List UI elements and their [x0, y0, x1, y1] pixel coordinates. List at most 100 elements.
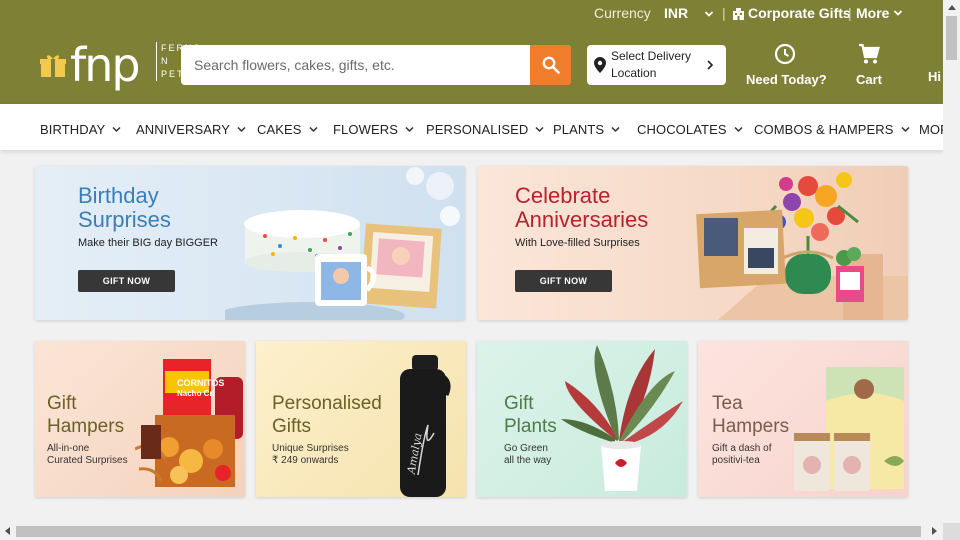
chevron-down-icon	[901, 126, 910, 133]
banner-title-line-2: Anniversaries	[515, 207, 649, 232]
plant-illustration	[561, 345, 683, 491]
nav-label: FLOWERS	[333, 122, 398, 137]
delivery-location-selector[interactable]: Select Delivery Location	[587, 45, 726, 85]
chevron-down-icon	[611, 126, 620, 133]
chevron-down-icon	[894, 10, 903, 16]
tile-subtitle-line-2: all the way	[504, 455, 552, 466]
gift-hampers-tile[interactable]: CORNITOS Nacho Crisps Gift Hampers All-i…	[35, 341, 245, 497]
hamper-illustration	[135, 359, 243, 487]
separator: |	[722, 5, 726, 21]
banner-title-line-2: Surprises	[78, 207, 171, 232]
delivery-location-label: Select Delivery Location	[611, 49, 692, 80]
tile-title-line-1: Gift	[504, 393, 534, 414]
nav-label: CAKES	[257, 122, 302, 137]
bottle-illustration	[400, 355, 451, 497]
nav-item-combos-hampers[interactable]: COMBOS & HAMPERS	[754, 122, 910, 137]
tile-title: Gift Hampers	[47, 392, 124, 438]
scroll-left-arrow-icon[interactable]	[5, 527, 10, 535]
tile-title-line-2: Hampers	[712, 416, 790, 437]
tile-title-line-1: Personalised	[272, 393, 382, 414]
banner-subtitle: With Love-filled Surprises	[515, 237, 640, 249]
vertical-scrollbar[interactable]	[943, 0, 960, 540]
corporate-gifts-label: Corporate Gifts	[748, 5, 851, 21]
scroll-up-arrow-icon[interactable]	[948, 5, 956, 10]
gift-plants-tile[interactable]: Gift Plants Go Green all the way	[477, 341, 687, 497]
nav-item-chocolates[interactable]: CHOCOLATES	[637, 122, 743, 137]
currency-selector[interactable]: INR	[664, 5, 688, 21]
search-icon	[542, 56, 560, 74]
tile-subtitle: Unique Surprises ₹ 249 onwards	[272, 443, 392, 467]
hamper-flavor-label: Nacho Crisps	[177, 389, 214, 398]
nav-item-anniversary[interactable]: ANNIVERSARY	[136, 122, 246, 137]
chevron-right-icon	[707, 60, 714, 70]
fnp-logo[interactable]: fnp FERNS N PETALS	[40, 40, 205, 90]
nav-label: BIRTHDAY	[40, 122, 106, 137]
nav-item-flowers[interactable]: FLOWERS	[333, 122, 414, 137]
tea-hampers-tile[interactable]: Tea Hampers Gift a dash of positivi-tea	[698, 341, 908, 497]
nav-label: MORE	[919, 122, 943, 137]
gift-now-button[interactable]: GIFT NOW	[78, 270, 175, 292]
tile-title: Tea Hampers	[712, 392, 789, 438]
nav-label: CHOCOLATES	[637, 122, 727, 137]
anniversary-banner[interactable]: Celebrate Anniversaries With Love-filled…	[478, 166, 908, 320]
banner-title-line-1: Celebrate	[515, 183, 611, 208]
tile-subtitle-line-2: Curated Surprises	[47, 455, 128, 466]
tile-subtitle-line-2: positivi-tea	[712, 455, 760, 466]
search-input[interactable]	[181, 45, 530, 85]
nav-label: ANNIVERSARY	[136, 122, 231, 137]
currency-label: Currency	[594, 5, 651, 21]
top-utility-bar: Currency INR | Corporate Gifts | More	[0, 0, 943, 26]
gift-now-button[interactable]: GIFT NOW	[515, 270, 612, 292]
personalised-gifts-tile[interactable]: Amalya Personalised Gifts Unique Surpris…	[256, 341, 466, 497]
nav-item-more[interactable]: MORE	[919, 122, 943, 137]
chevron-down-icon	[237, 126, 246, 133]
separator: |	[848, 5, 852, 21]
tile-subtitle-line-1: All-in-one	[47, 443, 90, 454]
nav-label: PLANTS	[553, 122, 605, 137]
banner-subtitle: Make their BIG day BIGGER	[78, 237, 218, 249]
birthday-banner[interactable]: Birthday Surprises Make their BIG day BI…	[35, 166, 465, 320]
banner-title: Birthday Surprises	[78, 184, 171, 232]
search-bar	[181, 45, 571, 85]
chevron-down-icon	[112, 126, 121, 133]
tile-title-line-1: Tea	[712, 393, 743, 414]
chevron-down-icon	[309, 126, 318, 133]
tea-hamper-illustration	[794, 367, 904, 491]
nav-item-plants[interactable]: PLANTS	[553, 122, 620, 137]
chevron-down-icon	[734, 126, 743, 133]
tile-subtitle-line-1: Go Green	[504, 443, 548, 454]
tile-title-line-2: Hampers	[47, 416, 125, 437]
cart-button[interactable]: Cart	[852, 43, 886, 87]
tile-title-line-2: Plants	[504, 416, 557, 437]
corporate-gifts-link[interactable]: Corporate Gifts	[732, 5, 851, 21]
chevron-down-icon	[405, 126, 414, 133]
tile-title: Personalised Gifts	[272, 392, 382, 438]
nav-item-personalised[interactable]: PERSONALISED	[426, 122, 544, 137]
tile-subtitle-line-1: Gift a dash of	[712, 443, 772, 454]
tile-subtitle: All-in-one Curated Surprises	[47, 443, 167, 467]
scroll-right-arrow-icon[interactable]	[932, 527, 937, 535]
tile-title: Gift Plants	[504, 392, 557, 438]
need-today-button[interactable]: Need Today?	[746, 43, 827, 87]
tile-subtitle-line-2: ₹ 249 onwards	[272, 455, 339, 466]
horizontal-scroll-thumb[interactable]	[16, 526, 921, 537]
nav-label: PERSONALISED	[426, 122, 529, 137]
nav-item-cakes[interactable]: CAKES	[257, 122, 318, 137]
search-button[interactable]	[530, 45, 571, 85]
account-greeting[interactable]: Hi	[928, 69, 941, 84]
chevron-down-icon[interactable]	[704, 6, 714, 22]
tile-title-line-1: Gift	[47, 393, 77, 414]
more-menu[interactable]: More	[856, 5, 903, 21]
tile-subtitle: Gift a dash of positivi-tea	[712, 443, 832, 467]
nav-label: COMBOS & HAMPERS	[754, 122, 894, 137]
cart-label: Cart	[855, 72, 882, 87]
clock-icon	[774, 43, 796, 65]
horizontal-scrollbar[interactable]	[0, 523, 943, 540]
need-today-label: Need Today?	[746, 72, 827, 87]
banner-title-line-1: Birthday	[78, 183, 159, 208]
chevron-down-icon	[535, 126, 544, 133]
vertical-scroll-thumb[interactable]	[946, 16, 957, 60]
nav-item-birthday[interactable]: BIRTHDAY	[40, 122, 121, 137]
location-pin-icon	[594, 57, 606, 73]
building-icon	[733, 7, 744, 20]
